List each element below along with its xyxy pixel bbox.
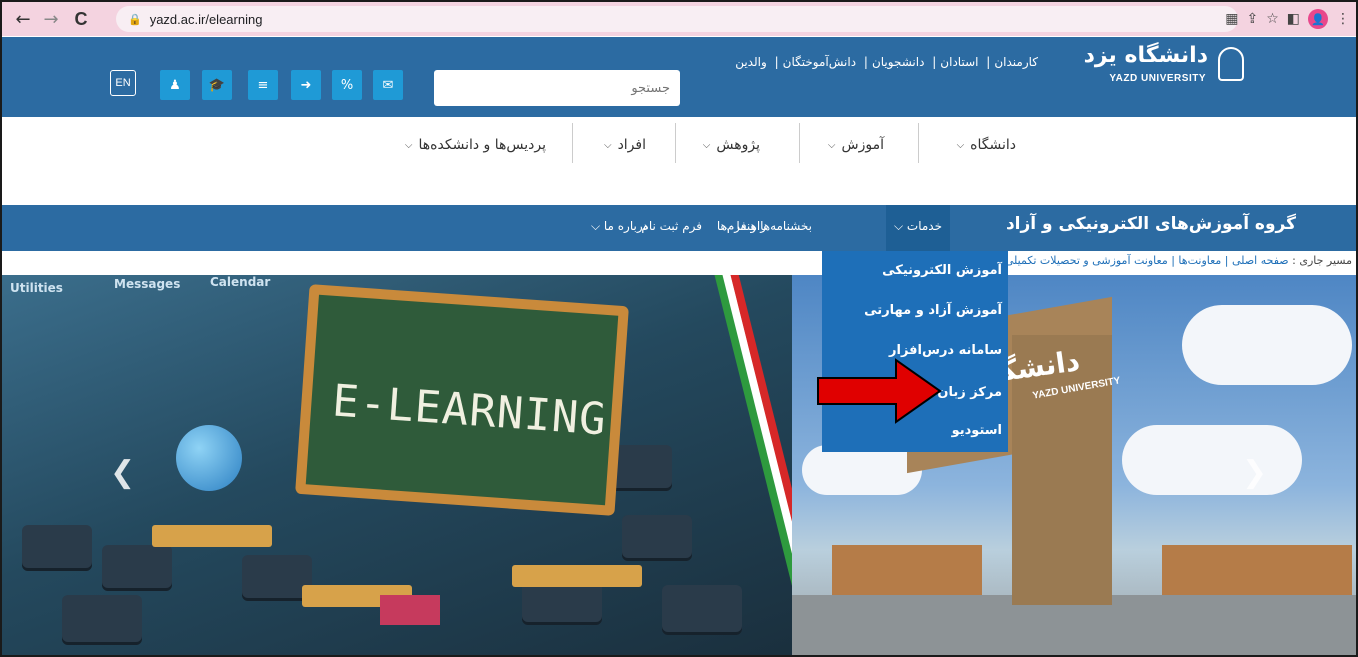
subnav-about[interactable]: درباره ما ⌵ <box>591 219 648 234</box>
dropdown-item-elearning[interactable]: آموزش الکترونیکی <box>882 263 1002 278</box>
annotation-arrow-icon <box>817 358 942 424</box>
hero-slider: Utilities Messages Calendar E-LEARNING د… <box>2 275 1356 655</box>
link-faculty[interactable]: استادان <box>940 55 978 69</box>
reload-icon[interactable]: C <box>68 6 94 32</box>
back-icon[interactable]: ← <box>10 6 36 32</box>
chevron-down-icon: ⌵ <box>590 219 601 233</box>
link-parents[interactable]: والدین <box>735 55 767 69</box>
breadcrumb-label: مسیر جاری : <box>1292 254 1352 267</box>
keyboard-key <box>62 595 142 645</box>
browser-toolbar: ← → C 🔒 yazd.ac.ir/elearning ▦ ⇪ ☆ ◧ 👤 ⋮ <box>2 2 1356 36</box>
subnav-guide-label: راهنما <box>736 219 766 233</box>
user-icon[interactable]: ♟ <box>160 70 190 100</box>
dropdown-item-dars-afzar[interactable]: سامانه درس‌افزار <box>889 343 1002 358</box>
books <box>380 595 440 625</box>
dropdown-item-studio[interactable]: استودیو <box>952 423 1002 438</box>
nav-people[interactable]: افراد ⌵ <box>604 129 646 161</box>
link-students[interactable]: دانشجویان <box>872 55 924 69</box>
globe-icon <box>176 425 242 491</box>
dropdown-item-language-center[interactable]: مرکز زبان <box>937 385 1002 400</box>
nav-divider <box>799 123 800 163</box>
audience-links: کارمندان| استادان| دانشجویان| دانش‌آموخت… <box>735 55 1038 69</box>
app-label-calendar: Calendar <box>210 275 271 289</box>
nav-research-label: پژوهش <box>716 137 760 153</box>
share-icon[interactable]: ⇪ <box>1246 11 1258 27</box>
nav-people-label: افراد <box>617 137 646 153</box>
envelope-icon[interactable]: ✉ <box>373 70 403 100</box>
cloud <box>1182 305 1352 385</box>
nav-research[interactable]: پژوهش ⌵ <box>703 129 760 161</box>
search-box <box>434 70 680 106</box>
nav-divider <box>918 123 919 163</box>
subnav-about-label: درباره ما <box>603 219 648 233</box>
graduation-cap-icon[interactable]: 🎓 <box>202 70 232 100</box>
chevron-down-icon: ⌵ <box>603 139 612 151</box>
nav-education-label: آموزش <box>841 137 884 153</box>
subnav-guide[interactable]: راهنما ⌵ <box>723 219 766 234</box>
bookmark-star-icon[interactable]: ☆ <box>1266 11 1279 27</box>
subnav-register[interactable]: فرم ثبت نام <box>641 219 702 233</box>
subnav-services[interactable]: خدمات ⌵ <box>885 205 950 251</box>
app-label-utilities: Utilities <box>10 281 63 295</box>
keyboard-key <box>622 515 692 561</box>
dropdown-item-free-education[interactable]: آموزش آزاد و مهارتی <box>864 303 1002 318</box>
nav-campuses-label: پردیس‌ها و دانشکده‌ها <box>418 137 546 153</box>
nav-divider <box>675 123 676 163</box>
main-nav: دانشگاه ⌵ آموزش ⌵ پژوهش ⌵ افراد ⌵ پردیس‌ها و… <box>2 117 1356 205</box>
nav-campuses[interactable]: پردیس‌ها و دانشکده‌ها ⌵ <box>405 129 546 161</box>
menu-icon[interactable]: ⋮ <box>1336 11 1350 27</box>
profile-avatar[interactable]: 👤 <box>1308 9 1328 29</box>
page-frame: ← → C 🔒 yazd.ac.ir/elearning ▦ ⇪ ☆ ◧ 👤 ⋮… <box>0 0 1358 657</box>
app-label-messages: Messages <box>114 277 181 291</box>
database-icon[interactable]: ≡ <box>248 70 278 100</box>
cloud <box>802 445 922 495</box>
chevron-down-icon: ⌵ <box>893 219 904 233</box>
chevron-down-icon: ⌵ <box>827 139 836 151</box>
university-logo-text[interactable]: دانشگاه یزد <box>1084 43 1208 68</box>
desk <box>152 525 272 547</box>
url-text: yazd.ac.ir/elearning <box>149 11 263 27</box>
link-icon[interactable]: % <box>332 70 362 100</box>
forward-icon[interactable]: → <box>38 6 64 32</box>
chevron-down-icon: ⌵ <box>702 139 711 151</box>
subnav-services-label: خدمات <box>906 219 942 233</box>
chevron-down-icon: ⌵ <box>956 139 965 151</box>
department-title[interactable]: گروه آموزش‌های الکترونیکی و آزاد <box>1006 214 1296 234</box>
keyboard-key <box>22 525 92 571</box>
translate-icon[interactable]: ▦ <box>1225 11 1238 27</box>
nav-university-label: دانشگاه <box>970 137 1016 153</box>
lock-icon: 🔒 <box>128 13 142 26</box>
slider-next-icon[interactable]: ❯ <box>1242 455 1267 490</box>
nav-divider <box>572 123 573 163</box>
university-logo-icon[interactable] <box>1218 47 1244 81</box>
nav-university[interactable]: دانشگاه ⌵ <box>957 129 1016 161</box>
search-input[interactable] <box>434 70 680 106</box>
nav-education[interactable]: آموزش ⌵ <box>828 129 884 161</box>
link-staff[interactable]: کارمندان <box>994 55 1038 69</box>
department-nav: گروه آموزش‌های الکترونیکی و آزاد خدمات ⌵… <box>2 205 1356 251</box>
browser-actions: ▦ ⇪ ☆ ◧ 👤 ⋮ <box>1225 6 1350 32</box>
slider-prev-icon[interactable]: ❮ <box>110 455 135 490</box>
university-logo-en: YAZD UNIVERSITY <box>1109 73 1206 84</box>
address-bar[interactable]: 🔒 yazd.ac.ir/elearning <box>116 6 1238 32</box>
cloud <box>1122 425 1302 495</box>
keyboard-key <box>662 585 742 635</box>
link-alumni[interactable]: دانش‌آموختگان <box>783 55 856 69</box>
desk <box>512 565 642 587</box>
sidepanel-icon[interactable]: ◧ <box>1287 11 1300 27</box>
site-header: دانشگاه یزد YAZD UNIVERSITY کارمندان| اس… <box>2 37 1356 117</box>
lang-en-button[interactable]: EN <box>110 70 136 96</box>
chevron-down-icon: ⌵ <box>723 219 733 233</box>
sign-in-icon[interactable]: ➜ <box>291 70 321 100</box>
keyboard-key <box>102 545 172 591</box>
chevron-down-icon: ⌵ <box>404 139 413 151</box>
